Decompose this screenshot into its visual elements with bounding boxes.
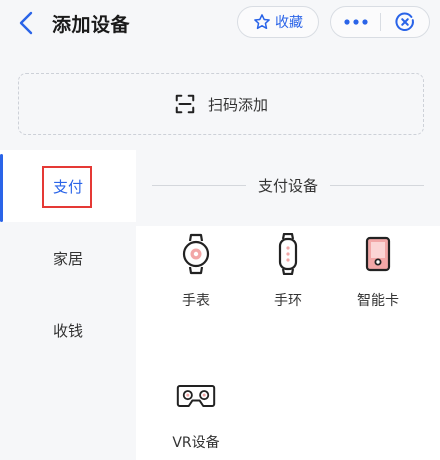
favorite-button[interactable]: 收藏 <box>237 6 319 38</box>
sidebar-item-label: 家居 <box>52 249 83 268</box>
sidebar-item-label: 支付 <box>52 177 83 196</box>
device-label: VR设备 <box>172 435 220 451</box>
device-label: 智能卡 <box>357 293 399 309</box>
device-label: 手环 <box>274 293 302 309</box>
star-icon <box>254 14 270 30</box>
watch-icon <box>182 233 210 275</box>
band-icon <box>278 233 298 275</box>
active-indicator <box>0 154 3 222</box>
section-divider-right <box>330 184 425 186</box>
vr-headset-icon <box>176 385 216 407</box>
close-button[interactable] <box>381 7 429 37</box>
sidebar-item-label: 收钱 <box>52 321 83 340</box>
section-header: 支付设备 <box>152 173 425 197</box>
mini-program-capsule <box>330 6 430 38</box>
page-title: 添加设备 <box>52 14 131 36</box>
device-vr[interactable]: VR设备 <box>156 374 236 460</box>
scan-icon <box>175 94 195 114</box>
device-watch[interactable]: 手表 <box>156 232 236 322</box>
close-circle-icon <box>395 12 414 31</box>
favorite-label: 收藏 <box>275 15 303 31</box>
sidebar-item-collect[interactable]: 收钱 <box>0 294 136 366</box>
section-title: 支付设备 <box>258 176 319 195</box>
header: 添加设备 收藏 <box>0 0 440 50</box>
device-band[interactable]: 手环 <box>248 232 328 322</box>
scan-add-label: 扫码添加 <box>207 95 268 114</box>
more-dots-icon <box>343 19 368 25</box>
scan-add-button[interactable]: 扫码添加 <box>18 73 424 135</box>
sidebar-item-pay[interactable]: 支付 <box>0 150 136 222</box>
section-divider-left <box>152 184 246 186</box>
device-smart-card[interactable]: 智能卡 <box>338 232 418 322</box>
smart-card-icon <box>365 236 391 272</box>
device-label: 手表 <box>182 293 210 309</box>
more-button[interactable] <box>331 7 380 37</box>
back-button[interactable] <box>12 9 40 37</box>
category-sidebar: 支付 家居 收钱 <box>0 150 136 460</box>
sidebar-item-home[interactable]: 家居 <box>0 222 136 294</box>
chevron-left-icon <box>19 11 33 35</box>
